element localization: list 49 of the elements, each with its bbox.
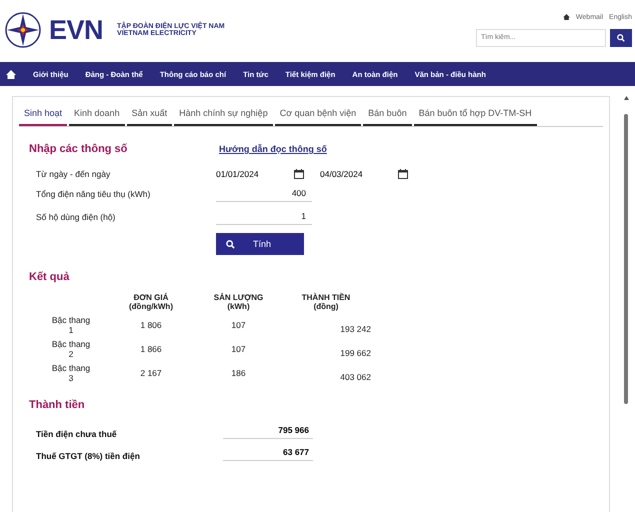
field-label: Từ ngày - đến ngày [36,169,112,179]
table-cell-text: 107 [230,320,247,330]
table-cell-text: 403 062 [339,371,371,382]
tier-label: Bậc thang 3 [50,363,92,383]
brand-name: EVN [49,14,104,46]
date-field[interactable]: 01/01/2024 [216,169,286,179]
tab[interactable]: Bán buôn tổ hợp DV-TM-SH [414,103,537,126]
tab[interactable]: Sản xuất [126,103,172,126]
input-field[interactable]: 1 [216,208,312,225]
calculate-button[interactable]: Tính [216,233,304,255]
home-icon[interactable] [562,14,570,20]
tab[interactable]: Bán buôn [363,103,412,126]
tier-label: Bậc thang 1 [50,315,92,335]
search-icon [617,34,625,42]
table-cell-text: 1 806 [139,320,163,330]
column-header: SẢN LƯỢNG (kWh) [212,293,264,311]
calendar-icon[interactable] [398,169,408,179]
table-cell-text: 193 242 [339,323,371,334]
logo-icon [5,12,41,48]
total-value: 795 966 [223,421,313,439]
search-button[interactable] [610,28,632,46]
tier-label: Bậc thang 2 [50,339,92,359]
section-title: Nhập các thông số [29,143,128,155]
column-header: ĐƠN GIÁ (đồng/kWh) [128,293,174,311]
table-cell-text: 1 866 [139,344,163,354]
guide-link[interactable]: Hướng dẫn đọc thông số [219,144,327,154]
table-cell-text: 199 662 [339,347,371,358]
column-header: THÀNH TIỀN (đồng) [300,293,352,311]
table-cell-text: 107 [230,344,247,354]
scroll-up-icon[interactable] [624,96,628,100]
date-field[interactable]: 04/03/2024 [320,169,390,179]
tab[interactable]: Sinh hoạt [19,103,68,126]
section-title: Thành tiền [29,399,86,411]
section-title: Kết quả [29,271,70,283]
tab[interactable]: Kinh doanh [69,103,125,126]
tab[interactable]: Hành chính sự nghiệp [174,103,273,126]
input-field[interactable]: 400 [216,185,312,202]
field-label: Số hộ dùng điện (hộ) [36,212,116,222]
table-cell-text: 186 [230,368,247,378]
total-value: 63 677 [223,443,313,461]
tab[interactable]: Cơ quan bệnh viện [274,103,362,126]
search-icon [226,240,235,248]
field-label: Tổng điện năng tiêu thụ (kWh) [36,188,152,198]
scrollbar-thumb[interactable] [624,114,628,404]
table-cell-text: 2 167 [139,368,163,378]
calendar-icon[interactable] [294,169,304,179]
total-label: Thuế GTGT (8%) tiền điện [36,451,141,461]
total-label: Tiền điện chưa thuế [36,429,118,439]
home-icon[interactable] [6,70,16,78]
